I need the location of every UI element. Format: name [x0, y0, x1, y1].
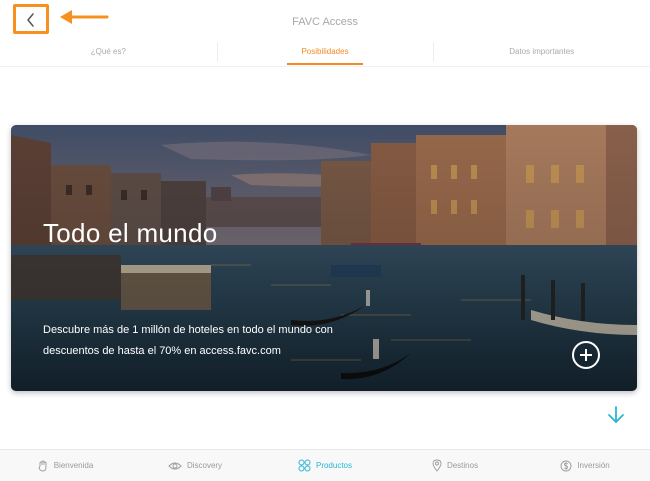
- nav-label: Productos: [315, 461, 353, 470]
- tab-que-es[interactable]: ¿Qué es?: [0, 40, 217, 66]
- page-title: FAVC Access: [292, 16, 358, 28]
- tab-label: ¿Qué es?: [90, 47, 126, 56]
- card-description: Descubre más de 1 millón de hoteles en t…: [43, 324, 333, 357]
- nav-label: Destinos: [446, 461, 479, 470]
- tab-posibilidades[interactable]: Posibilidades: [216, 40, 434, 66]
- grid-icon: [298, 459, 311, 472]
- active-tab-indicator: [287, 63, 363, 65]
- tab-bar: ¿Qué es? Posibilidades Datos importantes: [0, 40, 650, 67]
- card-title: Todo el mundo: [43, 218, 218, 248]
- dollar-icon: [560, 460, 572, 471]
- nav-item-destinos[interactable]: Destinos: [390, 450, 520, 481]
- nav-item-discovery[interactable]: Discovery: [130, 450, 260, 481]
- hand-wave-icon: [38, 460, 47, 471]
- top-header: FAVC Access ¿Qué es? Posibilidades Datos…: [0, 0, 650, 68]
- plus-circle-icon[interactable]: [572, 341, 600, 369]
- map-pin-icon: [432, 459, 442, 472]
- nav-label: Inversión: [577, 461, 610, 470]
- nav-label: Discovery: [186, 461, 223, 470]
- nav-item-inversion[interactable]: Inversión: [520, 450, 650, 481]
- tab-label: Datos importantes: [509, 47, 575, 56]
- tab-datos-importantes[interactable]: Datos importantes: [433, 40, 650, 66]
- nav-item-bienvenida[interactable]: Bienvenida: [0, 450, 130, 481]
- arrow-down-icon[interactable]: [607, 405, 625, 425]
- bottom-navigation: Bienvenida Discovery Productos Destinos …: [0, 449, 650, 481]
- nav-item-productos[interactable]: Productos: [260, 450, 390, 481]
- feature-card[interactable]: Todo el mundo Descubre más de 1 millón d…: [11, 125, 637, 391]
- eye-icon: [168, 462, 182, 469]
- tab-label: Posibilidades: [301, 47, 349, 56]
- nav-label: Bienvenida: [53, 461, 94, 470]
